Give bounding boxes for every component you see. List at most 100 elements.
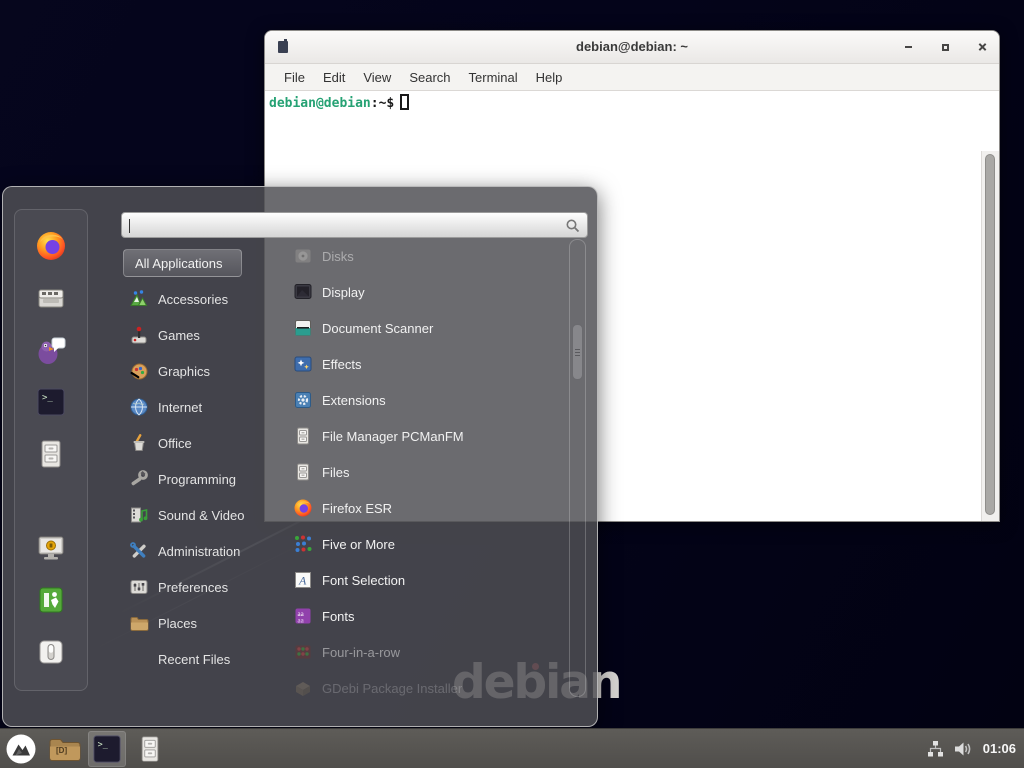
category-label: Sound & Video <box>158 508 245 523</box>
log-out-icon <box>35 584 67 616</box>
system-tray: 01:06 <box>927 740 1016 757</box>
sound-video-icon <box>129 505 149 525</box>
menu-help[interactable]: Help <box>527 70 572 85</box>
terminal-scrollbar[interactable] <box>981 151 999 521</box>
shut-down-button[interactable] <box>35 636 67 668</box>
minimize-button[interactable] <box>901 40 915 54</box>
svg-text:>_: >_ <box>42 393 53 403</box>
category-office[interactable]: Office <box>123 425 275 461</box>
games-icon <box>129 325 149 345</box>
app-item-disks[interactable]: Disks <box>281 238 569 274</box>
category-internet[interactable]: Internet <box>123 389 275 425</box>
terminal-window-title: debian@debian: ~ <box>265 31 999 63</box>
application-menu: >_ All Applications Accessories Games Gr… <box>2 186 598 727</box>
app-item-file-manager-pcmanfm[interactable]: File Manager PCManFM <box>281 418 569 454</box>
app-list-scrollbar-thumb[interactable] <box>572 324 583 380</box>
category-administration[interactable]: Administration <box>123 533 275 569</box>
svg-text:A: A <box>298 574 307 588</box>
folder-badge: [D] <box>56 746 67 755</box>
firefox-icon <box>293 498 313 518</box>
menu-view[interactable]: View <box>354 70 400 85</box>
category-sound-video[interactable]: Sound & Video <box>123 497 275 533</box>
taskbar: [D] >_ 01:06 <box>0 728 1024 768</box>
maximize-button[interactable] <box>938 40 952 54</box>
app-list-scrollbar[interactable] <box>569 239 586 697</box>
terminal-icon: >_ <box>35 386 67 418</box>
app-item-document-scanner[interactable]: Document Scanner <box>281 310 569 346</box>
internet-icon <box>129 397 149 417</box>
preferences-icon <box>129 577 149 597</box>
menu-terminal[interactable]: Terminal <box>460 70 527 85</box>
document-scanner-icon <box>293 318 313 338</box>
menu-search[interactable]: Search <box>400 70 459 85</box>
app-item-font-selection[interactable]: AFont Selection <box>281 562 569 598</box>
category-preferences[interactable]: Preferences <box>123 569 275 605</box>
search-input[interactable] <box>128 216 558 234</box>
app-item-five-or-more[interactable]: Five or More <box>281 526 569 562</box>
network-icon[interactable] <box>927 740 944 757</box>
app-item-fonts[interactable]: aaaaFonts <box>281 598 569 634</box>
files-icon <box>293 462 313 482</box>
category-games[interactable]: Games <box>123 317 275 353</box>
app-label: Fonts <box>322 609 355 624</box>
shell-prompt: debian@debian:~$ <box>269 94 409 113</box>
pidgin-icon <box>35 334 67 366</box>
app-label: File Manager PCManFM <box>322 429 464 444</box>
app-item-four-in-a-row[interactable]: Four-in-a-row <box>281 634 569 670</box>
menu-search-field[interactable] <box>121 212 588 238</box>
close-button[interactable] <box>975 40 989 54</box>
app-label: Effects <box>322 357 362 372</box>
terminal-window-button[interactable]: >_ <box>88 731 126 767</box>
category-accessories[interactable]: Accessories <box>123 281 275 317</box>
effects-icon <box>293 354 313 374</box>
category-places[interactable]: Places <box>123 605 275 641</box>
log-out-button[interactable] <box>35 584 67 616</box>
app-item-effects[interactable]: Effects <box>281 346 569 382</box>
app-item-files[interactable]: Files <box>281 454 569 490</box>
five-or-more-icon <box>293 534 313 554</box>
volume-icon[interactable] <box>954 741 973 757</box>
favorite-terminal-button[interactable]: >_ <box>35 386 67 418</box>
menu-button[interactable] <box>2 731 40 767</box>
app-item-firefox-esr[interactable]: Firefox ESR <box>281 490 569 526</box>
favorite-firefox-button[interactable] <box>35 230 67 262</box>
files-launcher-button[interactable] <box>131 731 169 767</box>
category-recent-files[interactable]: Recent Files <box>123 641 275 677</box>
favorite-pidgin-button[interactable] <box>35 334 67 366</box>
svg-text:aa: aa <box>298 617 305 625</box>
text-caret <box>129 219 130 233</box>
app-item-display[interactable]: Display <box>281 274 569 310</box>
menu-edit[interactable]: Edit <box>314 70 354 85</box>
terminal-cursor <box>400 94 409 110</box>
terminal-scrollbar-thumb[interactable] <box>985 154 995 515</box>
category-programming[interactable]: Programming <box>123 461 275 497</box>
app-label: Document Scanner <box>322 321 433 336</box>
terminal-titlebar[interactable]: debian@debian: ~ <box>265 31 999 64</box>
disks-icon <box>293 246 313 266</box>
scrollbar-grip <box>575 349 580 350</box>
search-icon <box>565 218 581 234</box>
category-all-applications[interactable]: All Applications <box>123 249 242 277</box>
app-label: Firefox ESR <box>322 501 392 516</box>
font-selection-icon: A <box>293 570 313 590</box>
gdebi-icon <box>293 678 313 698</box>
app-item-gdebi-package-installer[interactable]: GDebi Package Installer <box>281 670 569 706</box>
menu-file[interactable]: File <box>275 70 314 85</box>
file-manager-icon <box>293 426 313 446</box>
app-item-extensions[interactable]: Extensions <box>281 382 569 418</box>
prompt-user-host: debian@debian <box>269 96 371 111</box>
clock[interactable]: 01:06 <box>983 741 1016 756</box>
category-label: Preferences <box>158 580 228 595</box>
category-graphics[interactable]: Graphics <box>123 353 275 389</box>
maximize-icon <box>942 44 949 51</box>
lock-screen-button[interactable] <box>35 532 67 564</box>
folder-launcher-button[interactable]: [D] <box>45 731 83 767</box>
favorite-files-button[interactable] <box>35 438 67 470</box>
favorite-software-button[interactable] <box>35 282 67 314</box>
category-label: Recent Files <box>158 652 230 667</box>
desktop: debian debian@debian: ~ File Edit View S… <box>0 0 1024 768</box>
shut-down-icon <box>35 636 67 668</box>
software-icon <box>35 282 67 314</box>
category-label: Office <box>158 436 192 451</box>
administration-icon <box>129 541 149 561</box>
